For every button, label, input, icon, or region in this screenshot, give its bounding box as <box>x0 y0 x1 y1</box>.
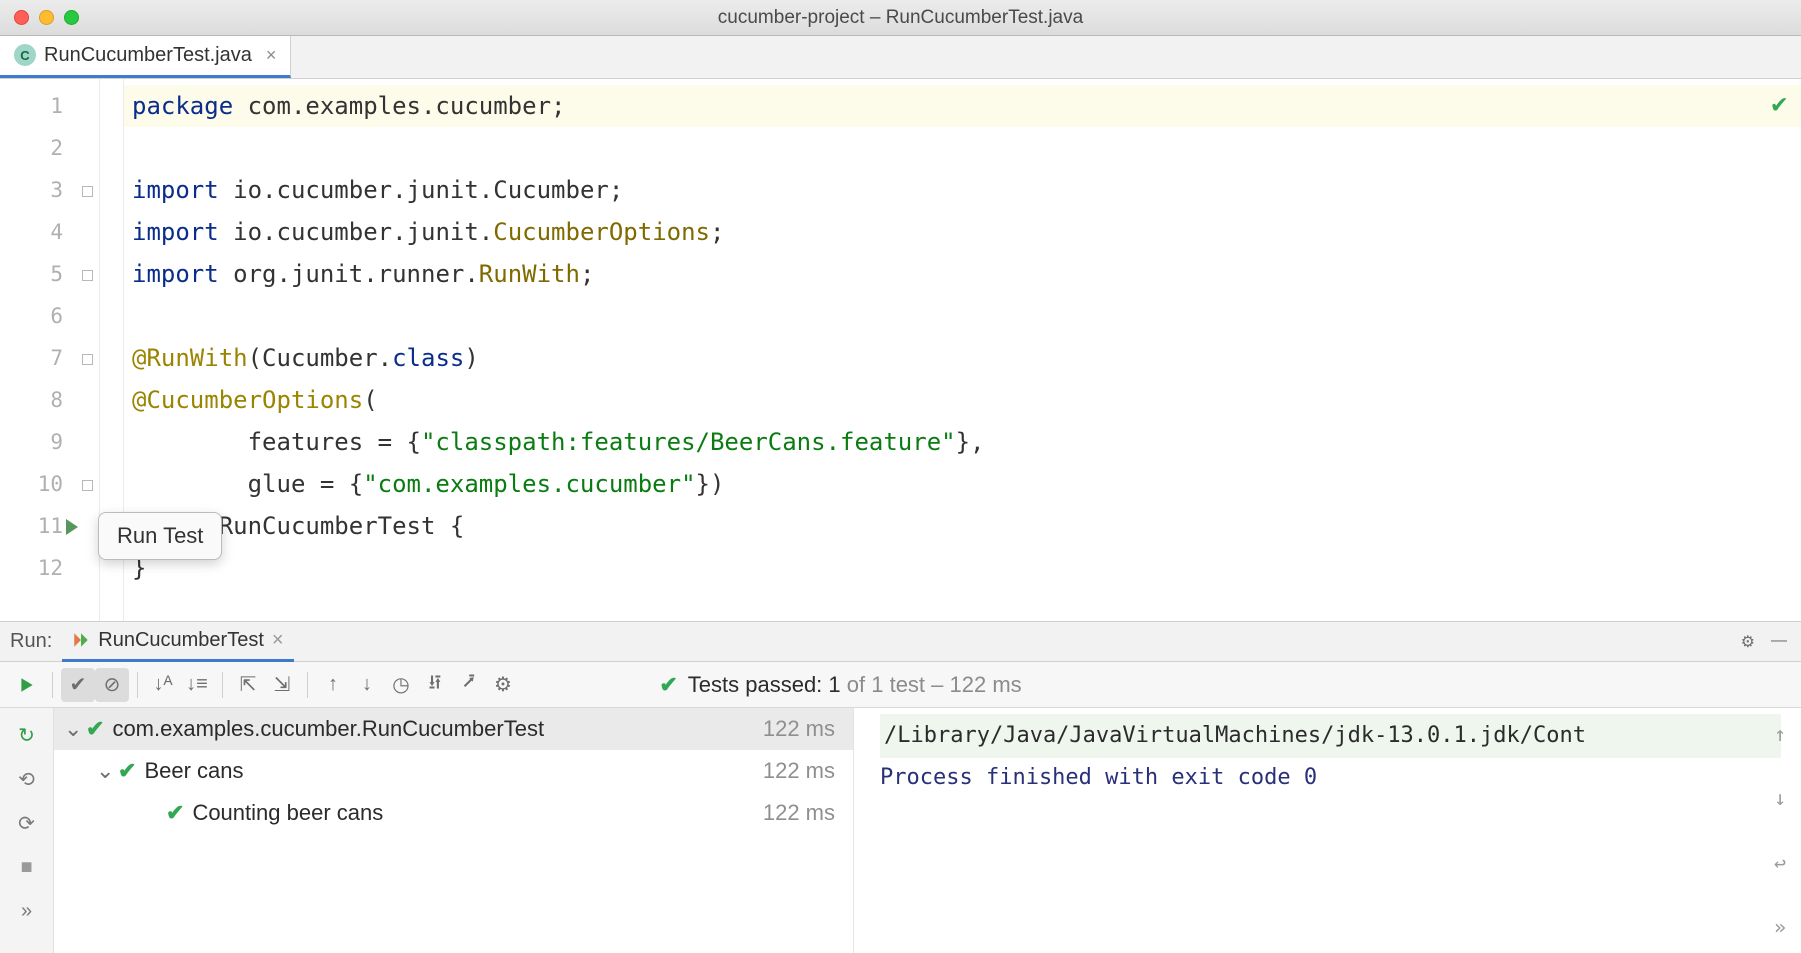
more-icon[interactable]: » <box>1774 907 1786 947</box>
separator <box>137 672 138 698</box>
separator <box>222 672 223 698</box>
editor-tab-runcucumbertest[interactable]: C RunCucumberTest.java × <box>0 35 291 78</box>
run-tool-body: ↻ ⟲ ⟳ ■ » ⌄ ✔ com.examples.cucumber.RunC… <box>0 708 1801 953</box>
scroll-up-icon[interactable]: ↑ <box>1774 714 1786 754</box>
console-line: /Library/Java/JavaVirtualMachines/jdk-13… <box>880 714 1781 758</box>
toggle-auto-icon[interactable]: ⟳ <box>12 808 42 838</box>
code-line: features = {"classpath:features/BeerCans… <box>124 421 1801 463</box>
test-run-icon <box>72 631 90 649</box>
export-tests-icon[interactable]: ⭷ <box>452 668 486 702</box>
code-line: } <box>124 547 1801 589</box>
chevron-down-icon[interactable]: ⌄ <box>64 716 86 742</box>
code-line <box>124 127 1801 169</box>
pass-icon: ✔ <box>86 716 104 742</box>
close-run-tab-icon[interactable]: × <box>272 629 284 652</box>
editor-tab-strip: C RunCucumberTest.java × <box>0 36 1801 79</box>
line-number: 4 <box>0 211 99 253</box>
line-number: 10 <box>0 463 99 505</box>
run-side-buttons: ↻ ⟲ ⟳ ■ » <box>0 708 54 953</box>
window-title: cucumber-project – RunCucumberTest.java <box>0 7 1801 29</box>
rerun-failed-icon[interactable]: ⟲ <box>12 764 42 794</box>
line-number: 5 <box>0 253 99 295</box>
console-line: Process finished with exit code 0 <box>880 758 1781 798</box>
console-scroll-buttons: ↑ ↓ ↩ » <box>1765 714 1795 947</box>
code-line: import io.cucumber.junit.CucumberOptions… <box>124 211 1801 253</box>
scroll-down-icon[interactable]: ↓ <box>1774 778 1786 818</box>
test-settings-icon[interactable]: ⚙ <box>486 668 520 702</box>
window-titlebar: cucumber-project – RunCucumberTest.java <box>0 0 1801 36</box>
collapse-all-icon[interactable]: ⇲ <box>265 668 299 702</box>
pass-icon: ✔ <box>118 758 136 784</box>
test-node-feature[interactable]: ⌄ ✔ Beer cans 122 ms <box>54 750 853 792</box>
console-output[interactable]: /Library/Java/JavaVirtualMachines/jdk-13… <box>854 708 1801 953</box>
check-icon: ✔ <box>659 672 677 698</box>
line-number: 6 <box>0 295 99 337</box>
line-number: 2 <box>0 127 99 169</box>
code-line: class RunCucumberTest { <box>124 505 1801 547</box>
next-failed-icon[interactable]: ↓ <box>350 668 384 702</box>
line-number: 1 <box>0 85 99 127</box>
run-config-tab[interactable]: RunCucumberTest × <box>62 622 293 662</box>
import-tests-icon[interactable]: ⭿ <box>418 668 452 702</box>
settings-icon[interactable]: ⚙ <box>1741 632 1755 652</box>
gutter: 1 2 3 4 5 6 7 8 9 10 11 12 <box>0 79 100 621</box>
run-gutter-icon[interactable]: 11 <box>0 505 99 547</box>
expand-all-icon[interactable]: ⇱ <box>231 668 265 702</box>
separator <box>307 672 308 698</box>
hide-tool-window-icon[interactable]: — <box>1771 632 1787 652</box>
rerun-icon[interactable]: ↻ <box>12 720 42 750</box>
line-number: 7 <box>0 337 99 379</box>
test-node-scenario[interactable]: ✔ Counting beer cans 122 ms <box>54 792 853 834</box>
run-tool-header: Run: RunCucumberTest × ⚙ — <box>0 622 1801 662</box>
inspection-ok-icon[interactable]: ✔ <box>1771 89 1787 119</box>
pass-icon: ✔ <box>166 800 184 826</box>
prev-failed-icon[interactable]: ↑ <box>316 668 350 702</box>
code-line: import org.junit.runner.RunWith; <box>124 253 1801 295</box>
code-area[interactable]: ✔ package com.examples.cucumber; import … <box>124 79 1801 621</box>
editor-tab-label: RunCucumberTest.java <box>44 44 252 67</box>
code-editor[interactable]: 1 2 3 4 5 6 7 8 9 10 11 12 ✔ package com… <box>0 79 1801 622</box>
code-line: @RunWith(Cucumber.class) <box>124 337 1801 379</box>
close-tab-icon[interactable]: × <box>266 45 277 66</box>
test-history-icon[interactable]: ◷ <box>384 668 418 702</box>
run-play-icon[interactable] <box>10 668 44 702</box>
sort-duration-icon[interactable]: ↓≡ <box>180 668 214 702</box>
show-ignored-icon[interactable]: ⊘ <box>95 668 129 702</box>
cucumber-file-icon: C <box>14 44 36 66</box>
sort-alpha-icon[interactable]: ↓ᴬ <box>146 668 180 702</box>
run-label: Run: <box>10 630 52 653</box>
line-number: 8 <box>0 379 99 421</box>
code-line: glue = {"com.examples.cucumber"}) <box>124 463 1801 505</box>
chevron-down-icon[interactable]: ⌄ <box>96 758 118 784</box>
code-line: @CucumberOptions( <box>124 379 1801 421</box>
run-test-tooltip[interactable]: Run Test <box>98 512 222 560</box>
soft-wrap-icon[interactable]: ↩ <box>1774 843 1786 883</box>
line-number: 9 <box>0 421 99 463</box>
test-node-root[interactable]: ⌄ ✔ com.examples.cucumber.RunCucumberTes… <box>54 708 853 750</box>
show-passed-icon[interactable]: ✔ <box>61 668 95 702</box>
line-number: 12 <box>0 547 99 589</box>
code-line: import io.cucumber.junit.Cucumber; <box>124 169 1801 211</box>
stop-icon[interactable]: ■ <box>12 852 42 882</box>
separator <box>52 672 53 698</box>
more-icon[interactable]: » <box>12 896 42 926</box>
line-number: 3 <box>0 169 99 211</box>
code-line <box>124 295 1801 337</box>
run-config-name: RunCucumberTest <box>98 629 264 652</box>
code-line: package com.examples.cucumber; <box>124 85 1801 127</box>
run-toolbar: ✔ ⊘ ↓ᴬ ↓≡ ⇱ ⇲ ↑ ↓ ◷ ⭿ ⭷ ⚙ ✔ Tests passed… <box>0 662 1801 708</box>
test-tree[interactable]: ⌄ ✔ com.examples.cucumber.RunCucumberTes… <box>54 708 854 953</box>
test-summary: ✔ Tests passed: 1 of 1 test – 122 ms <box>659 672 1021 698</box>
